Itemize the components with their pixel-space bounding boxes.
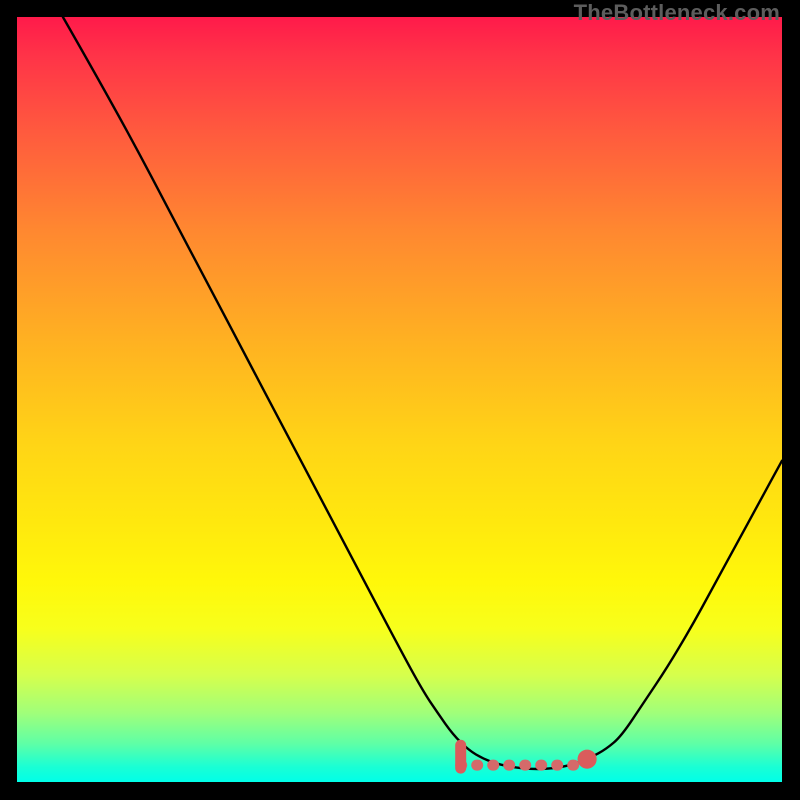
bottleneck-curve-line xyxy=(63,17,782,769)
optimal-range-end-dot xyxy=(578,750,597,769)
chart-svg xyxy=(17,17,782,782)
chart-frame xyxy=(17,17,782,782)
watermark-text: TheBottleneck.com xyxy=(574,0,780,26)
